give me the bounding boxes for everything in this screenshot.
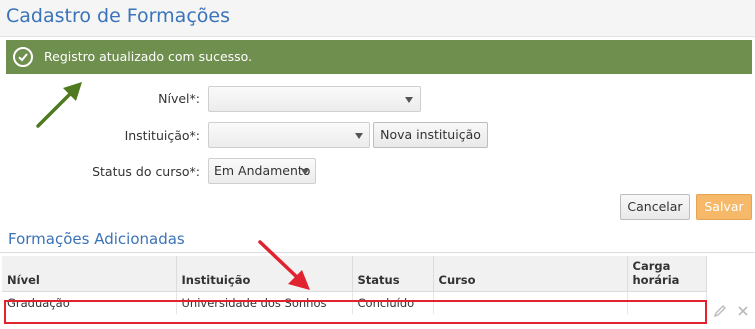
annotation-arrow-red bbox=[258, 240, 310, 290]
cancel-button[interactable]: Cancelar bbox=[620, 194, 690, 220]
nivel-select[interactable] bbox=[208, 86, 421, 112]
page-title: Cadastro de Formações bbox=[6, 5, 230, 27]
carga-label-2: horária bbox=[632, 273, 680, 287]
status-label: Status do curso*: bbox=[92, 164, 200, 179]
table-header-row: Nível Instituição Status Curso Carga horá… bbox=[2, 256, 707, 292]
highlight-box bbox=[4, 300, 707, 324]
instituicao-select[interactable] bbox=[208, 122, 370, 148]
pencil-icon[interactable] bbox=[712, 303, 728, 319]
carga-label-1: Carga bbox=[632, 259, 671, 273]
column-header-curso[interactable]: Curso bbox=[433, 256, 628, 292]
chevron-down-icon bbox=[355, 133, 363, 139]
nova-instituicao-button[interactable]: Nova instituição bbox=[373, 122, 488, 148]
alert-message: Registro atualizado com sucesso. bbox=[44, 49, 253, 64]
row-actions bbox=[712, 303, 751, 323]
column-header-carga-horaria[interactable]: Carga horária bbox=[627, 256, 707, 292]
success-alert: Registro atualizado com sucesso. bbox=[6, 40, 752, 74]
instituicao-label: Instituição*: bbox=[124, 128, 200, 143]
column-header-nivel[interactable]: Nível bbox=[2, 256, 177, 292]
annotation-arrow-green bbox=[36, 82, 82, 128]
section-divider bbox=[0, 252, 755, 253]
column-header-status[interactable]: Status bbox=[352, 256, 434, 292]
check-circle-icon bbox=[13, 47, 33, 67]
chevron-down-icon bbox=[301, 169, 309, 175]
status-select[interactable]: Em Andamento bbox=[208, 158, 316, 184]
close-icon[interactable] bbox=[735, 303, 751, 319]
chevron-down-icon bbox=[405, 97, 413, 103]
nivel-label: Nível*: bbox=[158, 91, 200, 106]
section-title: Formações Adicionadas bbox=[8, 230, 185, 248]
status-value: Em Andamento bbox=[214, 163, 311, 178]
save-button[interactable]: Salvar bbox=[696, 194, 752, 220]
